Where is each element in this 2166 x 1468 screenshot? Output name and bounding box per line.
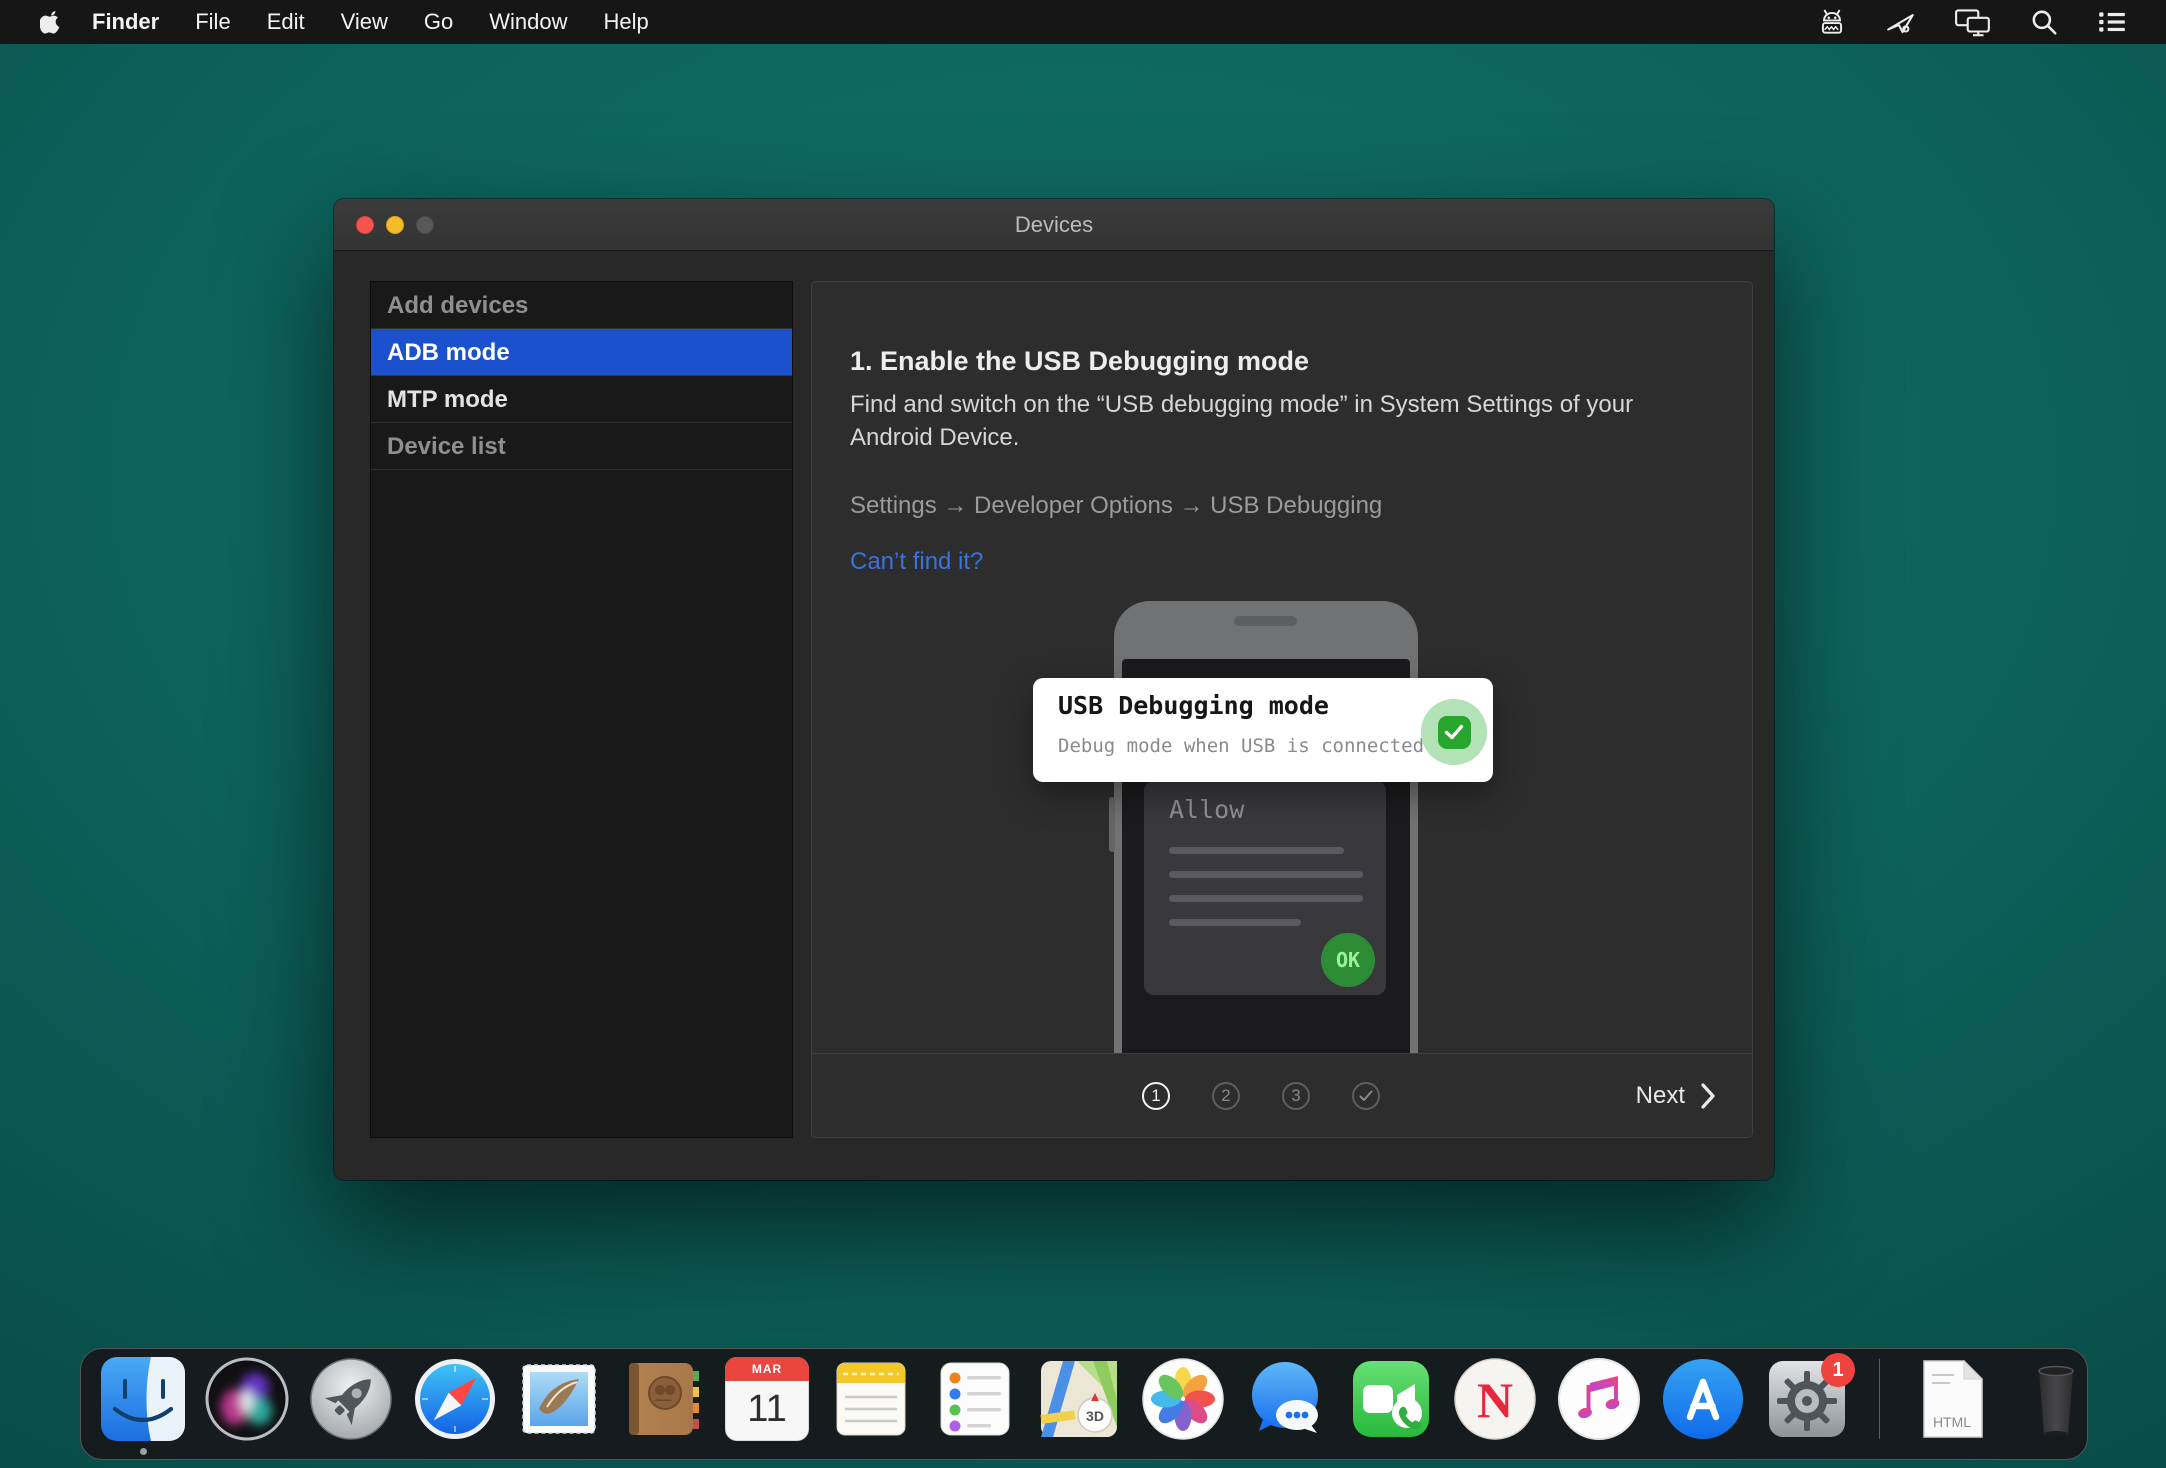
screen-mirror-icon[interactable] (1885, 7, 1917, 37)
step-indicator-3: 3 (1282, 1082, 1310, 1110)
allow-dialog: Allow OK (1144, 781, 1386, 995)
displays-icon[interactable] (1954, 7, 1992, 37)
search-icon[interactable] (2029, 7, 2059, 37)
dock-icon-html-file[interactable]: HTML (1910, 1357, 1994, 1441)
dock-divider (1879, 1359, 1880, 1439)
dock-icon-trash[interactable] (2014, 1357, 2098, 1441)
chevron-right-icon (1700, 1082, 1716, 1110)
apple-icon (40, 9, 62, 35)
menu-help[interactable]: Help (604, 9, 649, 35)
close-button[interactable] (356, 216, 374, 234)
dock-icon-safari[interactable] (413, 1357, 497, 1441)
dock-icon-maps[interactable]: 3D (1037, 1357, 1121, 1441)
dock-icon-music[interactable] (1557, 1357, 1641, 1441)
calendar-month: MAR (725, 1357, 809, 1381)
zoom-button[interactable] (416, 216, 434, 234)
android-icon[interactable] (1816, 7, 1848, 37)
menu-view[interactable]: View (341, 9, 388, 35)
dock-icon-settings[interactable]: 1 (1765, 1357, 1849, 1441)
dock-icon-notes[interactable] (829, 1357, 913, 1441)
placeholder-line (1169, 871, 1363, 878)
dock-icon-calendar[interactable]: MAR 11 (725, 1357, 809, 1441)
menu-window[interactable]: Window (489, 9, 567, 35)
dock-icon-finder[interactable] (101, 1357, 185, 1441)
checkbox-checked-icon (1421, 699, 1487, 765)
placeholder-line (1169, 895, 1363, 902)
dock-icon-messages[interactable] (1245, 1357, 1329, 1441)
sidebar-item-mtp-mode[interactable]: MTP mode (371, 376, 792, 423)
tooltip-title: USB Debugging mode (1058, 691, 1329, 720)
wizard-footer: 1 2 3 Next (812, 1053, 1752, 1137)
usb-debugging-tooltip: USB Debugging mode Debug mode when USB i… (1033, 678, 1493, 782)
minimize-button[interactable] (386, 216, 404, 234)
running-indicator (140, 1448, 147, 1455)
allow-label: Allow (1169, 795, 1244, 824)
dock-icon-news[interactable]: N (1453, 1357, 1537, 1441)
menu-bar: Finder File Edit View Go Window Help (0, 0, 2166, 44)
tooltip-subtitle: Debug mode when USB is connected (1058, 735, 1424, 757)
placeholder-line (1169, 847, 1344, 854)
menu-edit[interactable]: Edit (267, 9, 305, 35)
cant-find-it-link[interactable]: Can’t find it? (850, 548, 983, 576)
dock: MAR 11 (80, 1348, 2088, 1460)
apple-menu[interactable] (40, 9, 62, 35)
check-icon (1359, 1090, 1373, 1102)
notification-badge: 1 (1821, 1353, 1855, 1387)
step-indicator-done (1352, 1082, 1380, 1110)
title-bar[interactable]: Devices (334, 199, 1774, 251)
next-label: Next (1636, 1082, 1685, 1110)
dock-icon-appstore[interactable] (1661, 1357, 1745, 1441)
step-indicator-2: 2 (1212, 1082, 1240, 1110)
desktop: Finder File Edit View Go Window Help (0, 0, 2166, 1468)
dock-icon-facetime[interactable] (1349, 1357, 1433, 1441)
next-button[interactable]: Next (1636, 1054, 1716, 1138)
phone-speaker (1234, 616, 1297, 626)
menu-go[interactable]: Go (424, 9, 453, 35)
sidebar-item-adb-mode[interactable]: ADB mode (371, 329, 792, 376)
ok-button: OK (1321, 933, 1375, 987)
sidebar-item-add-devices: Add devices (371, 282, 792, 329)
svg-text:N: N (1477, 1372, 1513, 1428)
dock-icon-siri[interactable] (205, 1357, 289, 1441)
settings-path: Settings → Developer Options → USB Debug… (850, 492, 1680, 520)
calendar-day: 11 (725, 1381, 809, 1437)
dock-icon-reminders[interactable] (933, 1357, 1017, 1441)
active-app-name[interactable]: Finder (92, 9, 159, 35)
menu-file[interactable]: File (195, 9, 230, 35)
phone-side-button (1109, 797, 1115, 852)
step-heading: 1. Enable the USB Debugging mode (850, 344, 1680, 378)
sidebar-item-device-list[interactable]: Device list (371, 423, 792, 470)
dock-icon-photos[interactable] (1141, 1357, 1225, 1441)
placeholder-line (1169, 919, 1301, 926)
list-icon[interactable] (2096, 8, 2128, 36)
dock-icon-launchpad[interactable] (309, 1357, 393, 1441)
html-file-label: HTML (1933, 1414, 1971, 1430)
dock-icon-mail[interactable] (517, 1357, 601, 1441)
window-title: Devices (334, 199, 1774, 251)
step-body: Find and switch on the “USB debugging mo… (850, 388, 1650, 454)
sidebar: Add devices ADB mode MTP mode Device lis… (370, 281, 793, 1138)
dock-icon-contacts[interactable] (621, 1357, 705, 1441)
step-indicator-1: 1 (1142, 1082, 1170, 1110)
maps-3d-label: 3D (1086, 1408, 1104, 1424)
